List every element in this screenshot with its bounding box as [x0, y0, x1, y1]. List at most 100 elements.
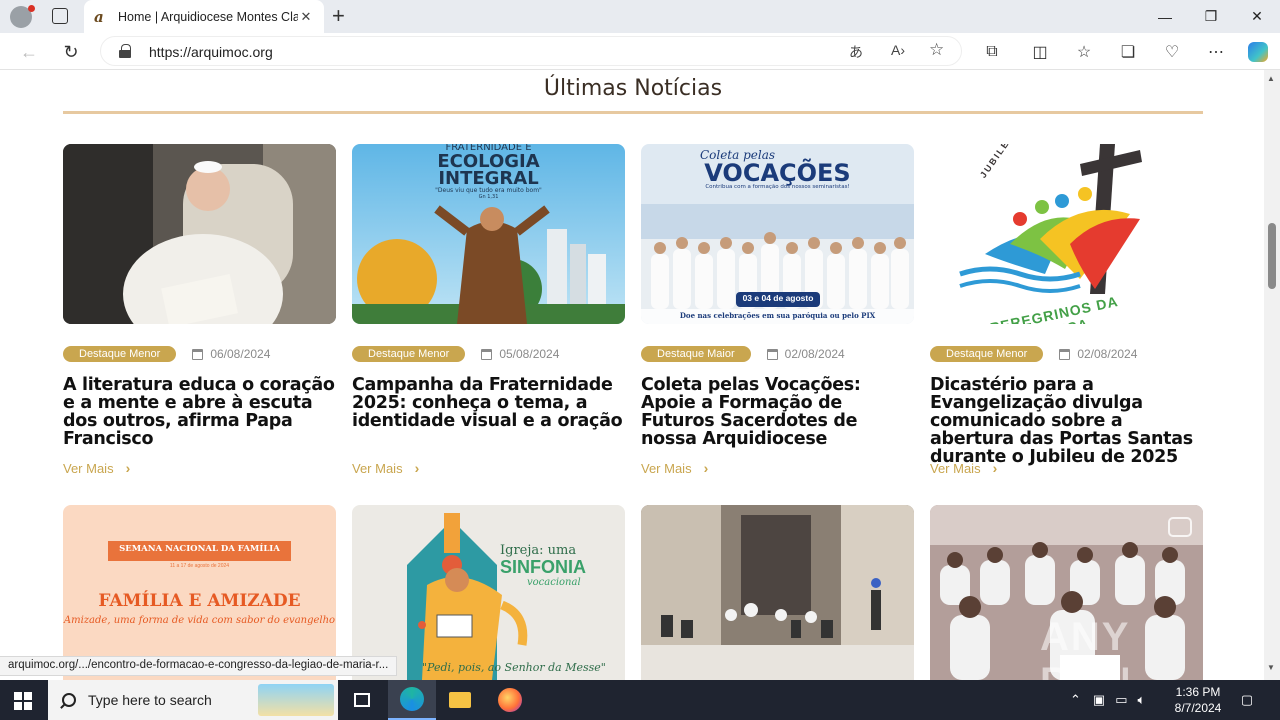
page-content: Últimas Notícias Destaque Menor 06/08/20… [0, 70, 1264, 680]
tray-chevron-icon[interactable]: ⌃ [1070, 692, 1081, 708]
chevron-right-icon: › [992, 460, 998, 476]
taskbar-search[interactable]: Type here to search [48, 680, 338, 720]
card-meta: Destaque Maior 02/08/2024 [641, 346, 845, 362]
image-text: Amizade, uma forma de vida com sabor do … [63, 615, 336, 626]
news-thumbnail[interactable] [63, 144, 336, 324]
taskbar-clock[interactable]: 1:36 PM 8/7/2024 [1160, 684, 1236, 716]
news-thumbnail[interactable]: SEMANA NACIONAL DA FAMÍLIA 11 a 17 de ag… [63, 505, 336, 680]
network-icon[interactable]: ▭ [1115, 692, 1127, 708]
file-explorer-icon[interactable] [436, 680, 484, 720]
news-thumbnail[interactable]: ANY RUN [930, 505, 1203, 680]
image-text: FRATERNIDADE E ECOLOGIA INTEGRAL "Deus v… [435, 144, 542, 200]
category-badge[interactable]: Destaque Menor [63, 346, 177, 362]
new-tab-icon[interactable]: + [332, 4, 345, 28]
browser-tab-active[interactable]: a Home | Arquidiocese Montes Cla ✕ [84, 0, 324, 33]
firefox-icon[interactable] [486, 680, 534, 720]
post-date: 02/08/2024 [1077, 347, 1138, 361]
news-headline[interactable]: Coleta pelas Vocações: Apoie a Formação … [641, 376, 914, 448]
news-headline[interactable]: Campanha da Fraternidade 2025: conheça o… [352, 376, 625, 430]
refresh-icon[interactable]: ↻ [58, 39, 84, 65]
address-url[interactable]: https://arquimoc.org [149, 44, 273, 60]
news-thumbnail[interactable]: Igreja: uma SINFONIA vocacional "Pedi, p… [352, 505, 625, 680]
split-screen-icon[interactable]: ◫ [1028, 40, 1052, 64]
collections-icon[interactable]: ❏ [1116, 40, 1140, 64]
post-date: 06/08/2024 [210, 347, 271, 361]
chevron-right-icon: › [703, 460, 709, 476]
news-thumbnail[interactable]: JUBILEU 2025 PEREGRINOS DA ESPERANÇA [930, 144, 1203, 324]
read-more-link[interactable]: Ver Mais › [641, 460, 708, 476]
image-text: vocacional [527, 577, 581, 588]
category-badge[interactable]: Destaque Menor [930, 346, 1044, 362]
restore-icon[interactable]: ❐ [1188, 0, 1234, 33]
tab-title: Home | Arquidiocese Montes Cla [118, 9, 298, 24]
read-more-label[interactable]: Ver Mais [63, 461, 114, 476]
image-text: FAMÍLIA E AMIZADE [98, 591, 301, 611]
volume-icon[interactable]: 🔈︎ [1138, 692, 1146, 708]
extensions-icon[interactable]: ⧉ [980, 40, 1004, 64]
image-text: SINFONIA [500, 557, 587, 577]
news-thumbnail[interactable]: Coleta pelas VOCAÇÕES Contribua com a fo… [641, 144, 914, 324]
calendar-icon [1059, 348, 1071, 360]
scrollbar-thumb[interactable] [1268, 223, 1276, 289]
edge-taskbar-icon[interactable] [388, 680, 436, 720]
read-more-link[interactable]: Ver Mais › [352, 460, 419, 476]
favorite-star-icon[interactable]: ☆ [929, 40, 944, 60]
status-link-preview: arquimoc.org/.../encontro-de-formacao-e-… [0, 656, 398, 676]
windows-start-icon[interactable] [14, 692, 32, 710]
chevron-right-icon: › [125, 460, 131, 476]
tab-actions-icon[interactable] [52, 8, 68, 24]
tab-close-icon[interactable]: ✕ [298, 9, 314, 25]
window-close-icon[interactable]: ✕ [1234, 0, 1280, 33]
more-menu-icon[interactable]: ⋯ [1204, 40, 1228, 64]
section-title-rule [63, 111, 1203, 114]
watermark: ANY RUN [1040, 615, 1131, 680]
image-text: Igreja: uma [500, 543, 577, 558]
address-bar[interactable]: https://arquimoc.org あ A› ☆ [100, 36, 962, 66]
read-more-label[interactable]: Ver Mais [930, 461, 981, 476]
profile-avatar-icon[interactable] [10, 5, 35, 28]
news-thumbnail[interactable] [641, 505, 914, 680]
clock-date: 8/7/2024 [1174, 701, 1222, 715]
read-more-link[interactable]: Ver Mais › [63, 460, 130, 476]
news-headline[interactable]: A literatura educa o coração e a mente e… [63, 376, 336, 448]
system-tray: ⌃ ▣ ▭ 🔈︎ [1070, 680, 1145, 720]
lock-icon[interactable] [119, 44, 131, 58]
image-text: 03 e 04 de agosto [742, 293, 814, 303]
scroll-up-icon[interactable]: ▲ [1267, 74, 1275, 83]
image-text: Coleta pelas VOCAÇÕES Contribua com a fo… [699, 148, 851, 190]
calendar-icon [481, 348, 493, 360]
post-date: 02/08/2024 [784, 347, 845, 361]
read-more-label[interactable]: Ver Mais [641, 461, 692, 476]
notifications-icon[interactable]: ▢ [1236, 680, 1258, 720]
camera-icon[interactable] [1168, 517, 1192, 537]
calendar-icon [766, 348, 778, 360]
read-more-link[interactable]: Ver Mais › [930, 460, 997, 476]
task-view-icon[interactable] [338, 680, 386, 720]
site-favicon-icon: a [94, 7, 104, 26]
chevron-right-icon: › [414, 460, 420, 476]
search-highlight-image [258, 684, 334, 716]
image-text: Doe nas celebrações em sua paróquia ou p… [679, 311, 876, 320]
copilot-icon[interactable] [1248, 42, 1268, 62]
taskbar: Type here to search ⌃ ▣ ▭ 🔈︎ 1:36 PM 8/7… [0, 680, 1280, 720]
category-badge[interactable]: Destaque Menor [352, 346, 466, 362]
network-device-icon[interactable]: ▣ [1093, 692, 1105, 708]
minimize-icon[interactable]: — [1142, 0, 1188, 33]
translate-icon[interactable]: あ [849, 42, 863, 62]
page-scrollbar[interactable]: ▲ ▼ [1264, 70, 1280, 680]
image-text: 11 a 17 de agosto de 2024 [169, 563, 230, 569]
news-headline[interactable]: Dicastério para a Evangelização divulga … [930, 376, 1203, 466]
read-aloud-icon[interactable]: A› [891, 42, 905, 58]
browser-essentials-icon[interactable]: ♡ [1160, 40, 1184, 64]
category-badge[interactable]: Destaque Maior [641, 346, 751, 362]
card-meta: Destaque Menor 02/08/2024 [930, 346, 1137, 362]
favorites-icon[interactable]: ☆ [1072, 40, 1096, 64]
back-icon[interactable]: ← [16, 39, 42, 65]
browser-tab-bar: a Home | Arquidiocese Montes Cla ✕ + — ❐… [0, 0, 1280, 33]
card-meta: Destaque Menor 06/08/2024 [63, 346, 270, 362]
scroll-down-icon[interactable]: ▼ [1267, 663, 1275, 672]
image-text: SEMANA NACIONAL DA FAMÍLIA [119, 544, 280, 554]
read-more-label[interactable]: Ver Mais [352, 461, 403, 476]
search-placeholder[interactable]: Type here to search [88, 692, 212, 708]
news-thumbnail[interactable]: FRATERNIDADE E ECOLOGIA INTEGRAL "Deus v… [352, 144, 625, 324]
